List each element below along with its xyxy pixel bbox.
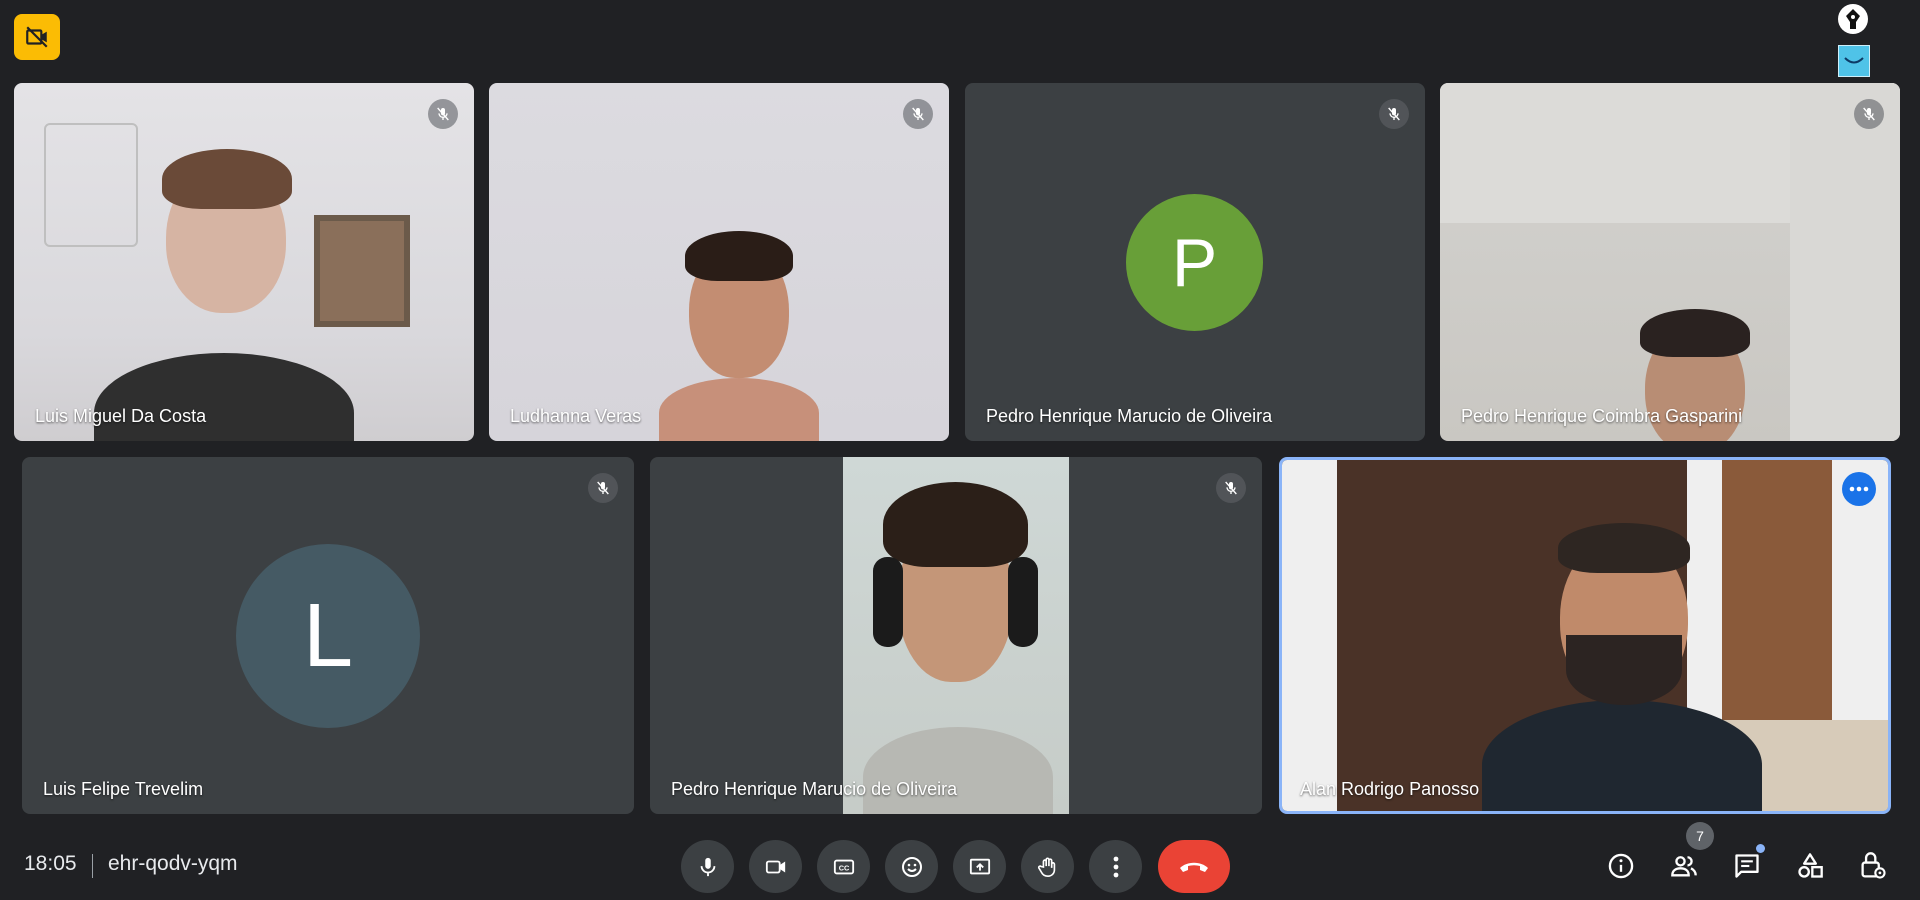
participant-tile[interactable]: Luis Miguel Da Costa (14, 83, 474, 441)
mic-off-indicator (588, 473, 618, 503)
present-screen-icon (969, 858, 990, 874)
mic-off-indicator (1379, 99, 1409, 129)
host-controls-icon (1861, 852, 1886, 879)
camera-button[interactable] (749, 840, 802, 893)
participant-video (843, 457, 1069, 814)
chat-icon (1735, 854, 1759, 878)
meeting-clock: 18:05 (24, 852, 77, 875)
hang-up-icon (1180, 862, 1208, 872)
mic-off-icon (1225, 481, 1237, 495)
chat-notification-dot (1756, 844, 1765, 853)
participant-tile[interactable]: Pedro Henrique Coimbra Gasparini (1440, 83, 1900, 441)
participant-tile[interactable]: L Luis Felipe Trevelim (22, 457, 634, 814)
participant-name: Alan Rodrigo Panosso (1300, 779, 1480, 799)
participant-video (1482, 515, 1762, 811)
participant-video (94, 123, 354, 441)
no-video-badge[interactable] (14, 14, 60, 60)
participant-name: Pedro Henrique Marucio de Oliveira (671, 779, 958, 799)
svg-text:CC: CC (838, 863, 849, 872)
video-off-icon (26, 26, 48, 48)
activities-button[interactable] (1792, 848, 1828, 884)
emoji-reaction-button[interactable] (885, 840, 938, 893)
mic-off-indicator (1854, 99, 1884, 129)
participant-tile[interactable]: Ludhanna Veras (489, 83, 949, 441)
participant-name: Luis Felipe Trevelim (43, 779, 204, 799)
more-options-button[interactable] (1089, 840, 1142, 893)
info-icon (1608, 853, 1634, 879)
people-icon (1671, 856, 1697, 877)
meeting-toolbar: 18:05 ehr-qodv-yqm CC (0, 830, 1920, 900)
present-screen-button[interactable] (953, 840, 1006, 893)
meeting-code: ehr-qodv-yqm (108, 852, 238, 875)
host-controls-button[interactable] (1855, 848, 1891, 884)
mic-off-indicator (428, 99, 458, 129)
participant-video (649, 203, 829, 441)
mic-off-indicator (1216, 473, 1246, 503)
raise-hand-icon (1037, 857, 1055, 877)
activities-icon (1798, 853, 1823, 878)
microphone-icon (700, 857, 715, 876)
meeting-info-button[interactable] (1603, 848, 1639, 884)
people-button[interactable] (1666, 848, 1702, 884)
camera-icon (765, 860, 785, 873)
chat-button[interactable] (1729, 848, 1765, 884)
mic-off-icon (1863, 107, 1875, 121)
participant-name: Luis Miguel Da Costa (35, 406, 207, 426)
participant-name: Pedro Henrique Marucio de Oliveira (986, 406, 1273, 426)
mic-off-icon (1388, 107, 1400, 121)
more-horizontal-icon (1849, 486, 1869, 492)
mic-off-indicator (903, 99, 933, 129)
participant-tile[interactable]: Pedro Henrique Marucio de Oliveira (650, 457, 1262, 814)
participant-tile[interactable]: P Pedro Henrique Marucio de Oliveira (965, 83, 1425, 441)
captions-button[interactable]: CC (817, 840, 870, 893)
emoji-icon (901, 856, 922, 877)
participant-tile-active[interactable]: Alan Rodrigo Panosso (1279, 457, 1891, 814)
mic-off-icon (437, 107, 449, 121)
more-options-icon (1113, 856, 1118, 877)
mic-off-icon (912, 107, 924, 121)
raise-hand-button[interactable] (1021, 840, 1074, 893)
mic-off-icon (597, 481, 609, 495)
participant-avatar: L (236, 544, 420, 728)
participant-name: Pedro Henrique Coimbra Gasparini (1461, 406, 1743, 426)
hang-up-button[interactable] (1158, 840, 1230, 893)
captions-icon: CC (833, 859, 854, 874)
more-options-button[interactable] (1842, 472, 1876, 506)
participant-name: Ludhanna Veras (510, 406, 642, 426)
pen-extension-icon[interactable] (1838, 4, 1868, 34)
toolbar-divider (92, 854, 93, 878)
participant-count-badge: 7 (1686, 822, 1714, 850)
smile-extension-icon[interactable] (1838, 45, 1870, 77)
participant-avatar: P (1126, 194, 1263, 331)
microphone-button[interactable] (681, 840, 734, 893)
